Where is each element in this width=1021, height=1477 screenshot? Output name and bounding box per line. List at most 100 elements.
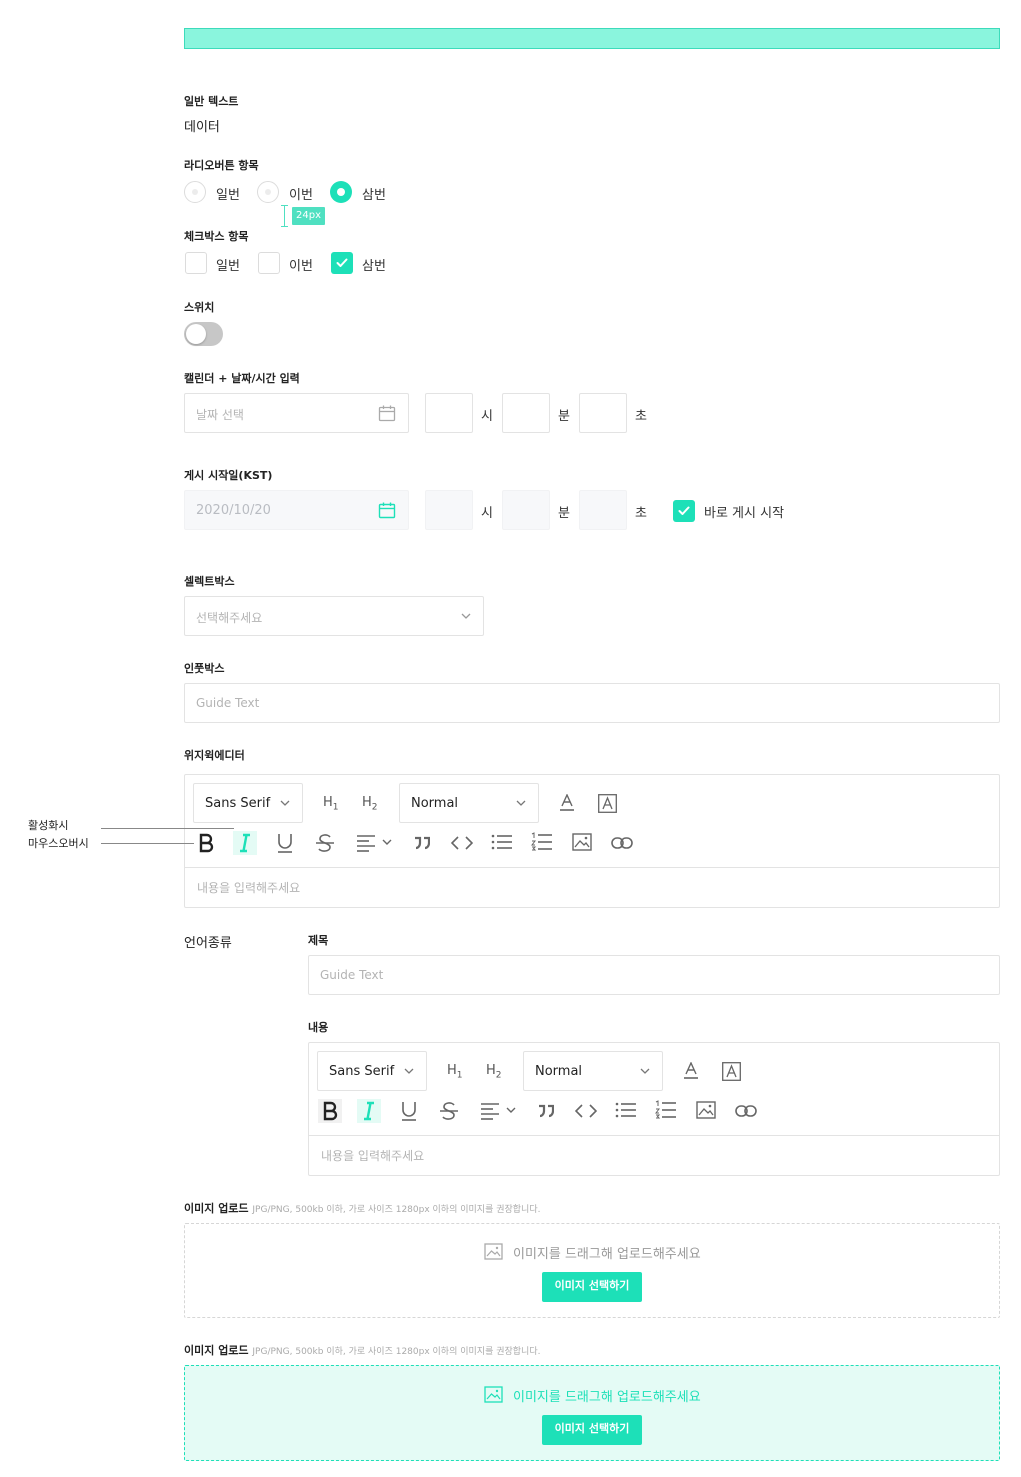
radio-option-2[interactable]: [257, 181, 279, 203]
font-size-select[interactable]: Normal: [523, 1051, 663, 1091]
align-left-icon[interactable]: [356, 833, 394, 853]
text-color-icon[interactable]: [683, 1062, 699, 1080]
spacing-marker-cap-top: [281, 205, 288, 206]
text-color-icon[interactable]: [559, 794, 575, 812]
font-family-value: Sans Serif: [329, 1064, 395, 1079]
checkbox-option-1-label: 일번: [216, 259, 240, 274]
code-icon[interactable]: [575, 1103, 597, 1119]
font-family-value: Sans Serif: [205, 796, 271, 811]
toggle-knob: [186, 324, 206, 344]
language-label: 언어종류: [184, 936, 232, 951]
ordered-list-icon[interactable]: [531, 832, 553, 852]
spacing-marker-line: [284, 205, 285, 227]
date-input[interactable]: 날짜 선택: [184, 393, 409, 433]
second-unit: 초: [635, 409, 647, 424]
publish-second-input[interactable]: [579, 490, 627, 530]
title-input[interactable]: Guide Text: [308, 955, 1000, 995]
align-left-icon[interactable]: [480, 1101, 518, 1121]
radio-option-1[interactable]: [184, 181, 206, 203]
background-color-icon[interactable]: [598, 794, 617, 813]
bold-button[interactable]: [194, 831, 218, 855]
select-image-button-active[interactable]: 이미지 선택하기: [542, 1415, 642, 1445]
select-image-button[interactable]: 이미지 선택하기: [542, 1272, 642, 1302]
font-family-select[interactable]: Sans Serif: [317, 1051, 427, 1091]
bold-button[interactable]: [318, 1099, 342, 1123]
chevron-down-icon: [516, 800, 526, 806]
code-icon[interactable]: [451, 835, 473, 851]
second-input[interactable]: [579, 393, 627, 433]
checkbox-option-1[interactable]: [185, 252, 207, 274]
radio-option-3[interactable]: [330, 181, 352, 203]
chevron-down-icon: [640, 1068, 650, 1074]
checkbox-option-3[interactable]: [331, 252, 353, 274]
input-box-label: 인풋박스: [184, 662, 225, 675]
toggle-switch[interactable]: [184, 322, 223, 346]
radio-option-1-label: 일번: [216, 188, 240, 203]
checkbox-option-3-label: 삼번: [362, 259, 386, 274]
editor-toolbar-divider: [185, 867, 999, 868]
calendar-icon[interactable]: [378, 502, 396, 519]
h1-letter: H: [447, 1063, 457, 1078]
image-dropzone[interactable]: 이미지를 드래그해 업로드해주세요 이미지 선택하기: [184, 1223, 1000, 1318]
strikethrough-icon[interactable]: [439, 1100, 459, 1122]
publish-hour-unit: 시: [481, 506, 493, 521]
h1-button[interactable]: H1: [447, 1063, 463, 1081]
radio-option-2-label: 이번: [289, 188, 313, 203]
h2-button[interactable]: H2: [486, 1063, 502, 1081]
italic-button[interactable]: [233, 831, 257, 855]
publish-hour-input[interactable]: [425, 490, 473, 530]
publish-start-label: 게시 시작일(KST): [184, 469, 273, 482]
image-icon[interactable]: [696, 1101, 716, 1119]
underline-icon[interactable]: [276, 832, 294, 854]
image-icon: [484, 1386, 503, 1403]
image-dropzone-active[interactable]: 이미지를 드래그해 업로드해주세요 이미지 선택하기: [184, 1365, 1000, 1461]
select-box[interactable]: 선택해주세요: [184, 596, 484, 636]
annotation-hover: 마우스오버시: [28, 837, 89, 850]
underline-icon[interactable]: [400, 1100, 418, 1122]
h2-letter: H: [362, 795, 372, 810]
link-icon[interactable]: [735, 1104, 757, 1118]
top-banner: [184, 28, 1000, 49]
radio-group-label: 라디오버튼 항목: [184, 159, 259, 172]
radio-option-3-label: 삼번: [362, 188, 386, 203]
immediate-publish-label: 바로 게시 시작: [704, 506, 785, 521]
h2-level: 2: [371, 802, 378, 813]
publish-date-input[interactable]: 2020/10/20: [184, 490, 409, 530]
h1-level: 1: [332, 802, 339, 813]
h2-letter: H: [486, 1063, 496, 1078]
h2-button[interactable]: H2: [362, 795, 378, 813]
editor-content-placeholder[interactable]: 내용을 입력해주세요: [197, 879, 300, 896]
checkbox-option-2[interactable]: [258, 252, 280, 274]
blockquote-icon[interactable]: [538, 1104, 554, 1118]
bullet-list-icon[interactable]: [615, 1101, 637, 1119]
editor-toolbar-divider: [309, 1135, 999, 1136]
blockquote-icon[interactable]: [414, 836, 430, 850]
minute-unit: 분: [558, 409, 570, 424]
calendar-icon[interactable]: [378, 405, 396, 422]
font-size-select[interactable]: Normal: [399, 783, 539, 823]
image-upload-label-active: 이미지 업로드 JPG/PNG, 500kb 이하, 가로 사이즈 1280px…: [184, 1342, 540, 1358]
publish-minute-unit: 분: [558, 506, 570, 521]
bold-icon: [199, 833, 214, 853]
date-input-placeholder: 날짜 선택: [196, 408, 244, 422]
dropzone-text-active: 이미지를 드래그해 업로드해주세요: [513, 1390, 701, 1405]
image-icon[interactable]: [572, 833, 592, 851]
font-family-select[interactable]: Sans Serif: [193, 783, 303, 823]
bullet-list-icon[interactable]: [491, 833, 513, 851]
background-color-icon[interactable]: [722, 1062, 741, 1081]
h1-button[interactable]: H1: [323, 795, 339, 813]
image-upload-title: 이미지 업로드: [184, 1202, 249, 1215]
link-icon[interactable]: [611, 836, 633, 850]
editor-content-placeholder[interactable]: 내용을 입력해주세요: [321, 1147, 424, 1164]
ordered-list-icon[interactable]: [655, 1100, 677, 1120]
italic-button[interactable]: [357, 1099, 381, 1123]
immediate-publish-checkbox[interactable]: [673, 500, 695, 522]
minute-input[interactable]: [502, 393, 550, 433]
wysiwyg-label: 위지윅에디터: [184, 749, 245, 762]
input-box[interactable]: Guide Text: [184, 683, 1000, 723]
checkbox-option-2-label: 이번: [289, 259, 313, 274]
hour-input[interactable]: [425, 393, 473, 433]
strikethrough-icon[interactable]: [315, 832, 335, 854]
bold-icon: [323, 1101, 338, 1121]
publish-minute-input[interactable]: [502, 490, 550, 530]
